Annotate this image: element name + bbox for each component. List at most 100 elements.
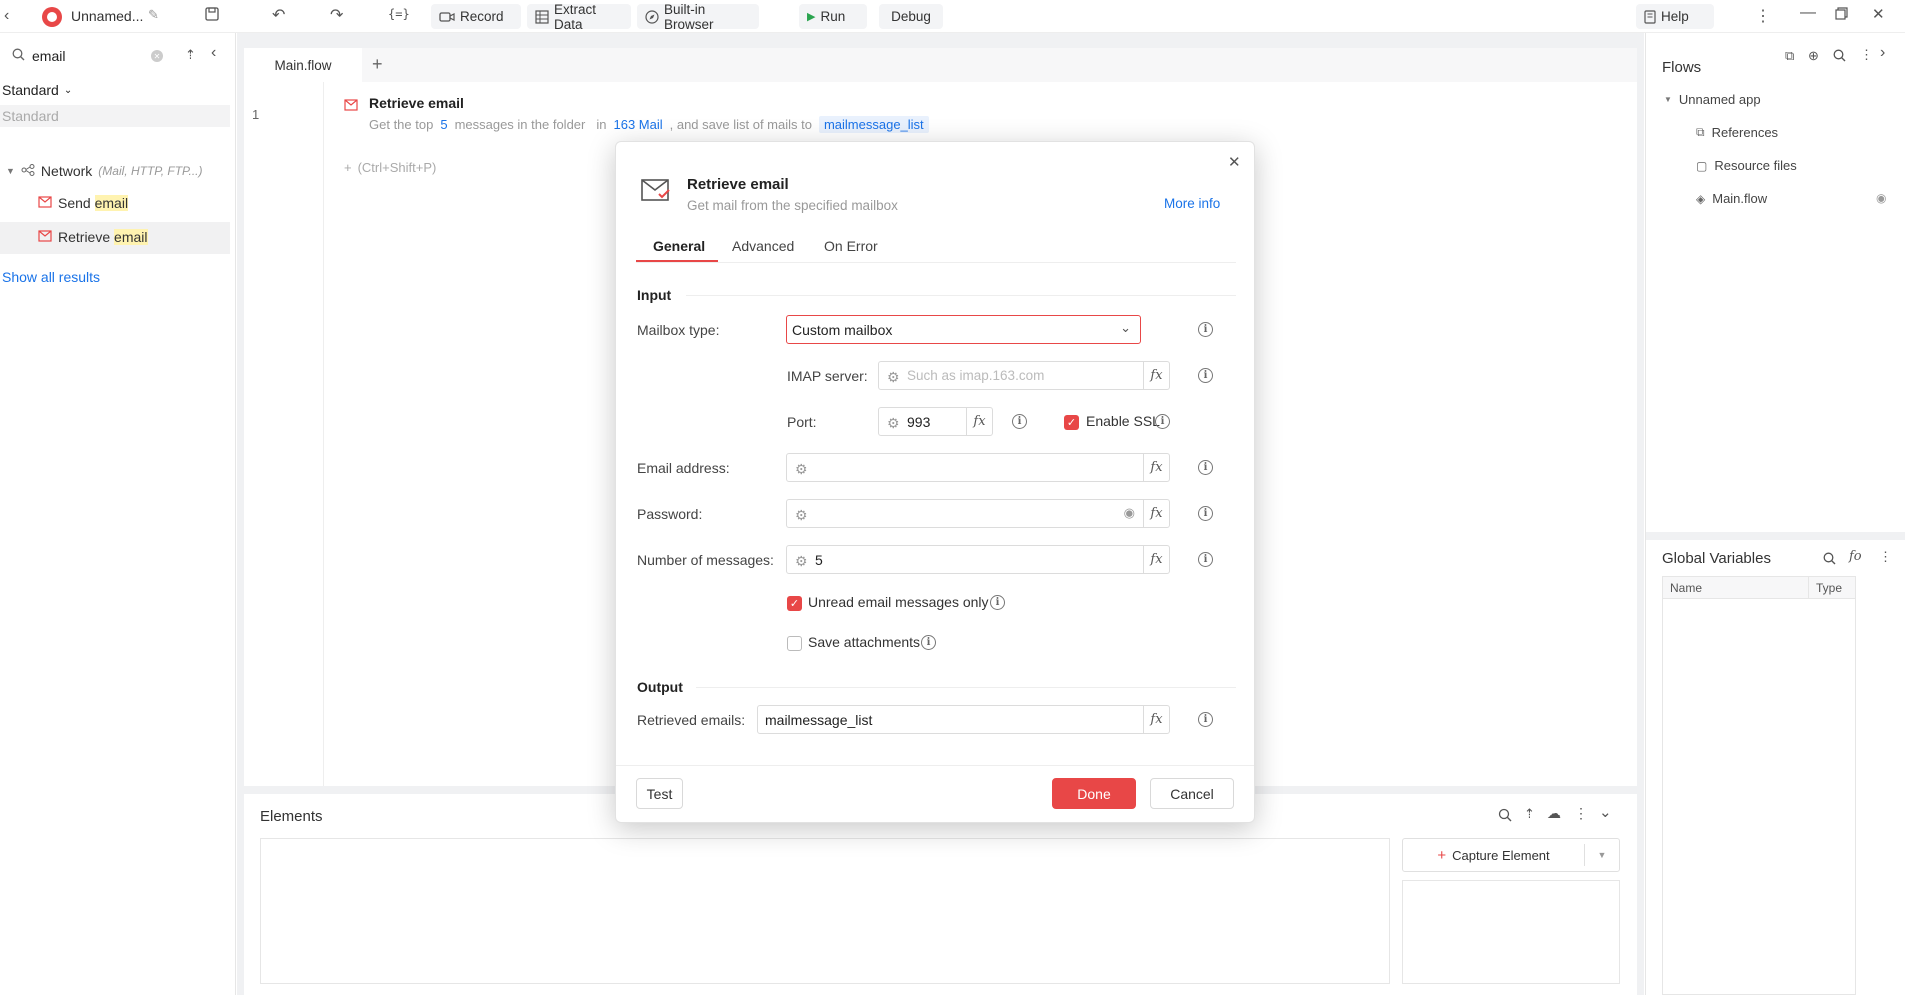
- layers-icon: ◈: [1696, 191, 1706, 206]
- sort-icon[interactable]: ⇡: [1524, 806, 1535, 822]
- more-info-link[interactable]: More info: [1164, 196, 1220, 211]
- dialog-mail-icon: [641, 178, 671, 205]
- enable-ssl-checkbox[interactable]: ✓: [1064, 415, 1079, 430]
- email-address-input[interactable]: ⚙ fx: [786, 453, 1170, 482]
- tree-app-node[interactable]: ▼ Unnamed app: [1664, 92, 1761, 107]
- caret-down-icon: ▼: [1664, 95, 1672, 104]
- add-step-hint[interactable]: + (Ctrl+Shift+P): [344, 160, 436, 175]
- search-icon[interactable]: [1833, 49, 1846, 62]
- step-title: Retrieve email: [369, 95, 464, 111]
- chevron-right-icon[interactable]: ›: [1880, 44, 1885, 62]
- minimize-icon[interactable]: —: [1800, 4, 1816, 22]
- element-preview: [1402, 880, 1620, 984]
- function-icon[interactable]: fo: [1849, 549, 1862, 564]
- restore-icon[interactable]: [1835, 7, 1848, 20]
- mailbox-type-info-icon[interactable]: i: [1198, 322, 1213, 337]
- close-window-icon[interactable]: ✕: [1872, 5, 1885, 23]
- tab-on-error[interactable]: On Error: [824, 238, 878, 254]
- password-input[interactable]: ⚙ ◉ fx: [786, 499, 1170, 528]
- save-attachments-checkbox[interactable]: [787, 636, 802, 651]
- retrieved-emails-input[interactable]: mailmessage_list fx: [757, 705, 1170, 734]
- chevron-down-icon[interactable]: ⌄: [1599, 803, 1612, 821]
- tab-main-flow[interactable]: Main.flow: [244, 48, 362, 82]
- search-icon[interactable]: [1823, 552, 1836, 565]
- add-tab-icon[interactable]: +: [372, 54, 383, 75]
- more-icon[interactable]: ⋮: [1879, 549, 1892, 565]
- enable-ssl-label: Enable SSL: [1086, 413, 1160, 429]
- column-header-name[interactable]: Name: [1663, 577, 1809, 598]
- extract-data-button[interactable]: Extract Data: [527, 2, 631, 32]
- section-output-line: [696, 687, 1236, 688]
- record-button[interactable]: Record: [431, 4, 521, 29]
- caret-down-icon[interactable]: ▼: [1585, 850, 1619, 860]
- cancel-button[interactable]: Cancel: [1150, 778, 1234, 809]
- eye-icon[interactable]: ◉: [1876, 191, 1886, 205]
- unread-info-icon[interactable]: i: [990, 595, 1005, 610]
- unread-only-checkbox[interactable]: ✓: [787, 596, 802, 611]
- tab-advanced[interactable]: Advanced: [732, 238, 794, 254]
- expression-fx-icon[interactable]: fx: [1143, 706, 1169, 733]
- tree-references[interactable]: ⧉ References: [1696, 125, 1778, 140]
- mailbox-type-select[interactable]: Custom mailbox ⌄: [786, 315, 1141, 344]
- email-info-icon[interactable]: i: [1198, 460, 1213, 475]
- action-item-send-email[interactable]: Send email: [38, 195, 129, 211]
- back-icon[interactable]: ‹: [4, 7, 9, 25]
- search-icon[interactable]: [1498, 808, 1512, 822]
- mailbox-type-label: Mailbox type:: [637, 322, 720, 338]
- redo-icon[interactable]: ↷: [330, 5, 343, 25]
- attachments-info-icon[interactable]: i: [921, 635, 936, 650]
- column-header-type[interactable]: Type: [1809, 577, 1842, 598]
- expression-fx-icon[interactable]: fx: [966, 408, 992, 435]
- tree-main-flow[interactable]: ◈ Main.flow: [1696, 191, 1767, 206]
- more-menu-icon[interactable]: ⋮: [1755, 6, 1771, 26]
- save-icon[interactable]: [204, 6, 220, 22]
- help-button[interactable]: Help: [1636, 4, 1714, 29]
- clear-search-icon[interactable]: ✕: [151, 50, 163, 62]
- expression-fx-icon[interactable]: fx: [1143, 454, 1169, 481]
- tree-resource-files[interactable]: ▢ Resource files: [1696, 158, 1797, 173]
- category-dropdown[interactable]: Standard ⌄: [2, 82, 72, 98]
- collapse-all-icon[interactable]: ⇡: [185, 47, 196, 63]
- action-search-input[interactable]: email: [32, 48, 142, 64]
- variables-icon[interactable]: {=}: [388, 7, 410, 21]
- tab-general[interactable]: General: [653, 238, 705, 254]
- flows-title: Flows: [1662, 59, 1702, 76]
- plus-icon: +: [344, 160, 352, 175]
- run-button[interactable]: ▶ Run: [799, 4, 867, 29]
- network-icon: [21, 163, 35, 179]
- show-all-results-link[interactable]: Show all results: [2, 269, 100, 285]
- retrieved-info-icon[interactable]: i: [1198, 712, 1213, 727]
- add-folder-icon[interactable]: ⊕: [1808, 48, 1819, 64]
- section-input-title: Input: [637, 287, 672, 303]
- close-icon[interactable]: ✕: [1228, 153, 1241, 171]
- number-of-messages-input[interactable]: ⚙ 5 fx: [786, 545, 1170, 574]
- test-button[interactable]: Test: [636, 778, 683, 809]
- port-input[interactable]: ⚙ 993 fx: [878, 407, 993, 436]
- imap-info-icon[interactable]: i: [1198, 368, 1213, 383]
- expression-fx-icon[interactable]: fx: [1143, 362, 1169, 389]
- done-button[interactable]: Done: [1052, 778, 1136, 809]
- debug-button[interactable]: Debug: [879, 4, 943, 29]
- more-icon[interactable]: ⋮: [1860, 47, 1873, 63]
- imap-server-input[interactable]: ⚙ Such as imap.163.com fx: [878, 361, 1170, 390]
- number-info-icon[interactable]: i: [1198, 552, 1213, 567]
- add-flow-icon[interactable]: ⧉: [1785, 48, 1794, 64]
- builtin-browser-button[interactable]: Built-in Browser: [637, 2, 759, 32]
- reference-icon: ⧉: [1696, 125, 1705, 139]
- edit-title-icon[interactable]: ✎: [148, 7, 159, 23]
- expression-fx-icon[interactable]: fx: [1143, 500, 1169, 527]
- password-info-icon[interactable]: i: [1198, 506, 1213, 521]
- undo-icon[interactable]: ↶: [272, 5, 285, 25]
- capture-element-button[interactable]: + Capture Element ▼: [1402, 838, 1620, 872]
- ssl-info-icon[interactable]: i: [1155, 414, 1170, 429]
- show-password-eye-icon[interactable]: ◉: [1124, 505, 1135, 521]
- collapse-panel-icon[interactable]: ‹: [211, 44, 216, 62]
- book-icon: [1644, 9, 1656, 24]
- tree-node-network[interactable]: ▼ Network (Mail, HTTP, FTP...): [6, 163, 203, 179]
- flow-step[interactable]: Retrieve email Get the top 5 messages in…: [342, 94, 1142, 136]
- more-icon[interactable]: ⋮: [1574, 805, 1588, 822]
- port-info-icon[interactable]: i: [1012, 414, 1027, 429]
- cloud-upload-icon[interactable]: ☁: [1547, 805, 1561, 822]
- expression-fx-icon[interactable]: fx: [1143, 546, 1169, 573]
- action-item-retrieve-email-label[interactable]: Retrieve email: [38, 229, 148, 245]
